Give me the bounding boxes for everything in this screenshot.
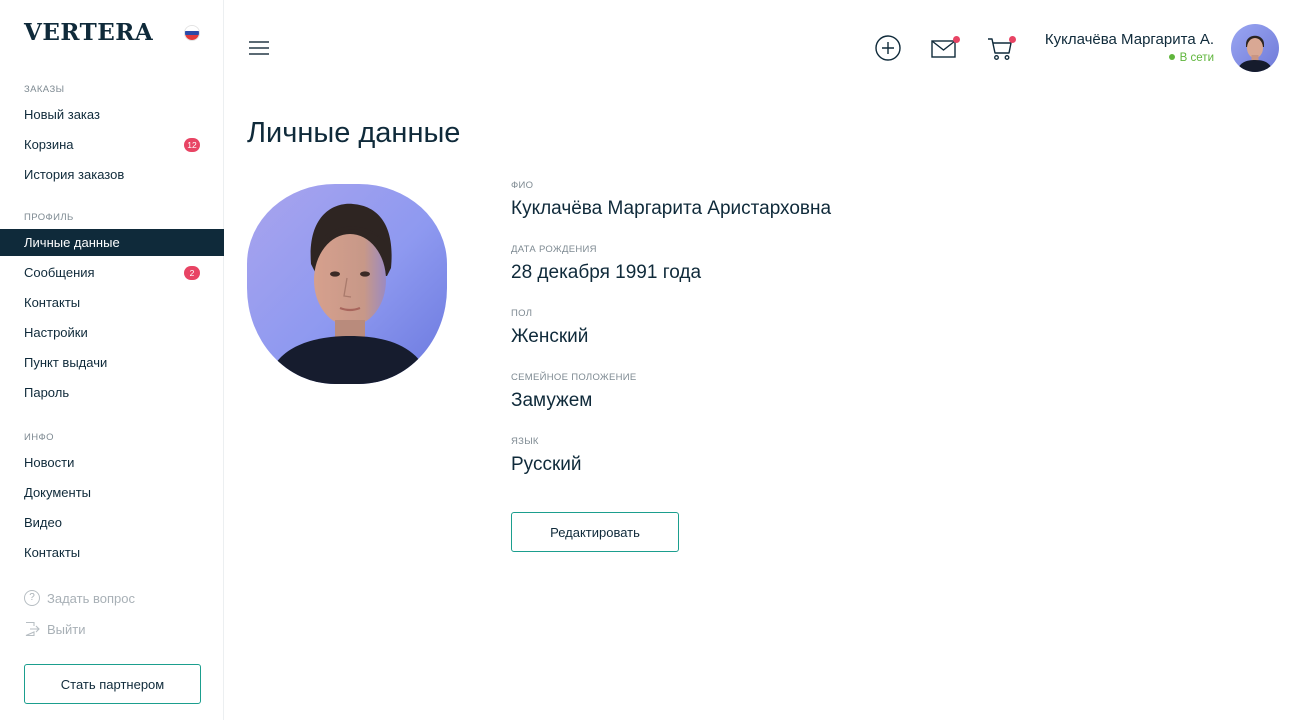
sidebar-item-info-contacts[interactable]: Контакты bbox=[0, 539, 224, 566]
sidebar-item-label: Новости bbox=[24, 455, 75, 470]
field-value-gender: Женский bbox=[511, 326, 589, 347]
sidebar-item-label: Видео bbox=[24, 515, 62, 530]
vertera-logo[interactable]: VERTERA bbox=[24, 19, 153, 46]
sidebar-item-label: Личные данные bbox=[24, 235, 120, 250]
field-label-language: ЯЗЫК bbox=[511, 436, 539, 447]
field-label-birth-date: ДАТА РОЖДЕНИЯ bbox=[511, 244, 597, 255]
logout-label: Выйти bbox=[47, 621, 86, 637]
sidebar-item-label: Сообщения bbox=[24, 265, 95, 280]
mail-icon[interactable] bbox=[930, 34, 960, 62]
field-label-full-name: ФИО bbox=[511, 180, 534, 191]
online-status-label: В сети bbox=[1179, 52, 1214, 64]
sidebar-item-personal-data[interactable]: Личные данные bbox=[0, 229, 224, 256]
field-value-birth-date: 28 декабря 1991 года bbox=[511, 262, 702, 283]
cart-icon[interactable] bbox=[986, 34, 1016, 62]
online-status: В сети bbox=[1168, 52, 1214, 64]
section-label-profile: ПРОФИЛЬ bbox=[24, 212, 74, 223]
sidebar-item-label: Контакты bbox=[24, 295, 81, 310]
sidebar-item-video[interactable]: Видео bbox=[0, 509, 224, 536]
section-label-orders: ЗАКАЗЫ bbox=[24, 84, 65, 95]
user-name[interactable]: Куклачёва Маргарита А. bbox=[1045, 31, 1214, 48]
field-value-marital-status: Замужем bbox=[511, 390, 593, 411]
cart-notification-dot bbox=[1009, 36, 1016, 43]
mail-notification-dot bbox=[953, 36, 960, 43]
field-value-language: Русский bbox=[511, 454, 582, 475]
sidebar-item-messages[interactable]: Сообщения 2 bbox=[0, 259, 224, 286]
section-label-info: ИНФО bbox=[24, 432, 54, 443]
avatar[interactable] bbox=[1231, 24, 1279, 72]
logout-icon bbox=[25, 621, 40, 637]
sidebar-item-label: Настройки bbox=[24, 325, 88, 340]
ask-question-label: Задать вопрос bbox=[47, 590, 135, 606]
cart-count-badge: 12 bbox=[184, 138, 200, 152]
sidebar-item-label: История заказов bbox=[24, 167, 125, 182]
sidebar-item-documents[interactable]: Документы bbox=[0, 479, 224, 506]
question-icon: ? bbox=[24, 590, 40, 606]
profile-photo bbox=[247, 184, 447, 384]
sidebar: VERTERA ЗАКАЗЫ Новый заказ Корзина 12 Ист… bbox=[0, 0, 224, 720]
edit-button[interactable]: Редактировать bbox=[511, 512, 679, 552]
field-value-full-name: Куклачёва Маргарита Аристарховна bbox=[511, 198, 832, 219]
page-title: Личные данные bbox=[247, 117, 461, 149]
sidebar-item-label: Документы bbox=[24, 485, 92, 500]
field-label-gender: ПОЛ bbox=[511, 308, 533, 319]
logout-link[interactable]: Выйти bbox=[24, 619, 86, 639]
sidebar-item-new-order[interactable]: Новый заказ bbox=[0, 101, 224, 128]
sidebar-item-label: Контакты bbox=[24, 545, 81, 560]
sidebar-item-label: Корзина bbox=[24, 137, 74, 152]
sidebar-item-label: Новый заказ bbox=[24, 107, 100, 122]
sidebar-item-news[interactable]: Новости bbox=[0, 449, 224, 476]
field-label-marital-status: СЕМЕЙНОЕ ПОЛОЖЕНИЕ bbox=[511, 372, 637, 383]
sidebar-item-pickup-point[interactable]: Пункт выдачи bbox=[0, 349, 224, 376]
russia-flag-icon[interactable] bbox=[184, 25, 200, 41]
add-circle-icon[interactable] bbox=[874, 34, 902, 62]
ask-question-link[interactable]: ? Задать вопрос bbox=[24, 588, 135, 608]
menu-icon[interactable] bbox=[249, 41, 269, 55]
sidebar-item-cart[interactable]: Корзина 12 bbox=[0, 131, 224, 158]
online-dot-icon bbox=[1168, 53, 1175, 60]
sidebar-item-order-history[interactable]: История заказов bbox=[0, 161, 224, 188]
sidebar-item-settings[interactable]: Настройки bbox=[0, 319, 224, 346]
become-partner-button[interactable]: Стать партнером bbox=[24, 664, 201, 704]
sidebar-item-password[interactable]: Пароль bbox=[0, 379, 224, 406]
messages-count-badge: 2 bbox=[184, 266, 200, 280]
sidebar-item-label: Пароль bbox=[24, 385, 70, 400]
sidebar-item-contacts[interactable]: Контакты bbox=[0, 289, 224, 316]
sidebar-item-label: Пункт выдачи bbox=[24, 355, 108, 370]
